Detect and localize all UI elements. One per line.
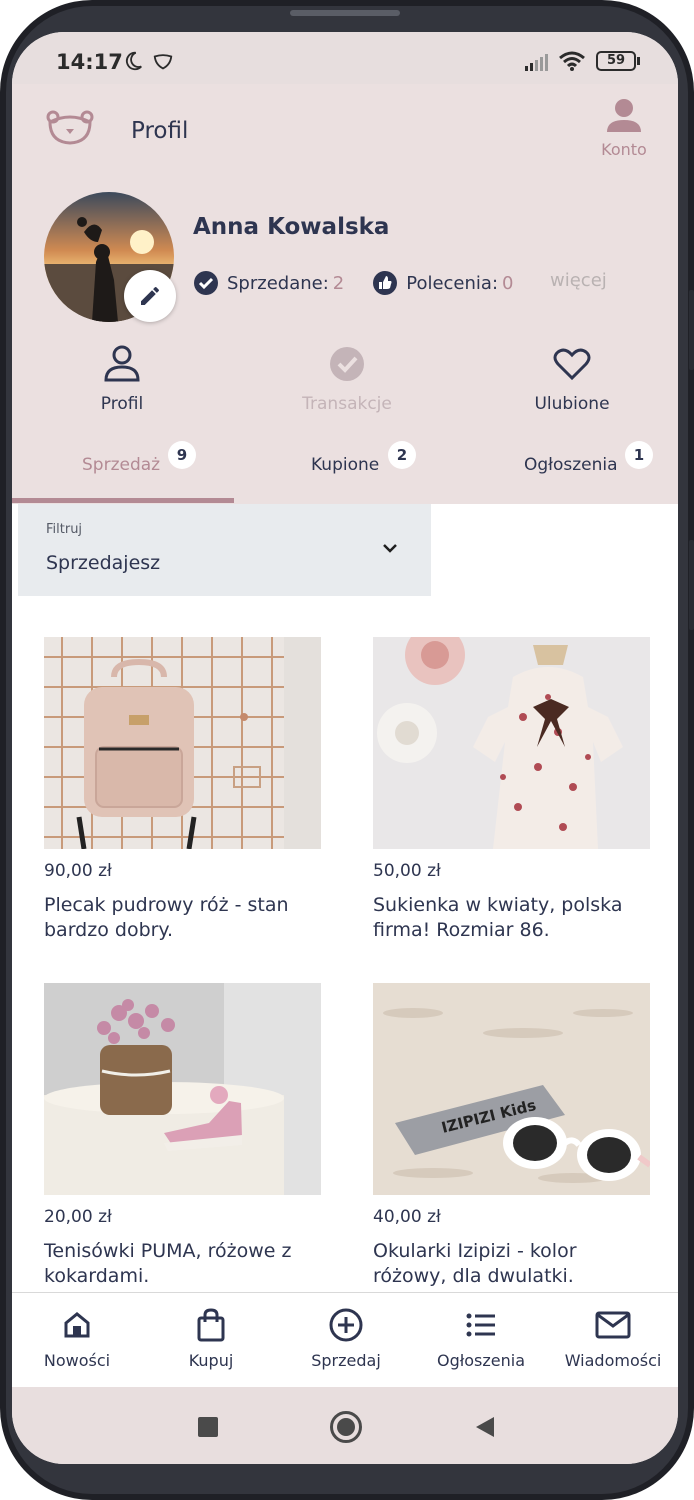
chevron-down-icon xyxy=(383,544,397,553)
product-title: Sukienka w kwiaty, polska firma! Rozmiar… xyxy=(373,894,623,941)
tab-ogloszenia[interactable]: Ogłoszenia xyxy=(524,455,618,475)
sold-count: 2 xyxy=(332,272,345,294)
signal-icon xyxy=(525,54,548,71)
filter-value: Sprzedajesz xyxy=(46,552,161,574)
phone-frame: 14:17 59 Profil Konto Anna Kowalska Sprz… xyxy=(0,0,694,1500)
volume-button xyxy=(689,290,694,370)
product-price: 40,00 zł xyxy=(373,1207,441,1227)
tab-sprzedaz[interactable]: Sprzedaż xyxy=(82,455,160,475)
bottom-nav-kupuj[interactable]: Kupuj xyxy=(146,1305,276,1370)
product-price: 20,00 zł xyxy=(44,1207,112,1227)
sold-label: Sprzedane: xyxy=(227,272,329,294)
shopping-bag-icon xyxy=(197,1308,225,1342)
bottom-nav-label: Sprzedaj xyxy=(311,1351,381,1370)
recent-apps-button[interactable] xyxy=(198,1417,218,1437)
bottom-nav-sprzedaj[interactable]: Sprzedaj xyxy=(281,1305,411,1370)
teddy-logo-icon[interactable] xyxy=(46,110,94,146)
bottom-nav-label: Ogłoszenia xyxy=(436,1351,526,1370)
edit-avatar-button[interactable] xyxy=(124,270,176,322)
system-nav-bar xyxy=(12,1387,678,1464)
pencil-icon xyxy=(141,286,159,305)
product-title: Tenisówki PUMA, różowe z kokardami. xyxy=(44,1240,292,1287)
shield-icon xyxy=(153,54,173,70)
product-card[interactable]: 90,00 zł Plecak pudrowy róż - stan bardz… xyxy=(44,637,321,943)
bottom-nav-label: Nowości xyxy=(43,1351,111,1370)
status-time: 14:17 xyxy=(56,50,123,74)
profile-nav-transakcje[interactable]: Transakcje xyxy=(277,344,417,414)
back-button-icon[interactable] xyxy=(474,1415,496,1439)
status-bar: 14:17 59 xyxy=(12,32,678,84)
bottom-nav: Nowości Kupuj Sprzedaj Ogłoszenia Wiadom… xyxy=(12,1292,678,1387)
bottom-nav-label: Wiadomości xyxy=(564,1351,662,1370)
product-price: 90,00 zł xyxy=(44,861,112,881)
power-button xyxy=(689,540,694,630)
filter-dropdown[interactable]: Filtruj Sprzedajesz xyxy=(18,504,431,596)
profile-nav-label: Ulubione xyxy=(534,394,610,414)
person-icon xyxy=(607,99,641,132)
profile-nav-ulubione[interactable]: Ulubione xyxy=(502,344,642,414)
battery-tip xyxy=(637,57,640,65)
tab-badge: 2 xyxy=(388,441,416,469)
profile-header: Profil Konto Anna Kowalska Sprzedane: 2 … xyxy=(12,84,678,504)
account-label: Konto xyxy=(601,140,647,159)
mail-icon xyxy=(595,1311,631,1339)
filter-label: Filtruj xyxy=(46,522,83,537)
check-circle-icon xyxy=(194,271,218,295)
screen: 14:17 59 Profil Konto Anna Kowalska Sprz… xyxy=(12,32,678,1464)
product-image[interactable] xyxy=(373,637,650,849)
product-title: Plecak pudrowy róż - stan bardzo dobry. xyxy=(44,894,289,941)
more-link[interactable]: więcej xyxy=(550,270,607,291)
battery-indicator: 59 xyxy=(596,51,636,71)
profile-nav-profil[interactable]: Profil xyxy=(52,344,192,414)
product-card[interactable]: 20,00 zł Tenisówki PUMA, różowe z kokard… xyxy=(44,983,321,1289)
recommendations-label: Polecenia: xyxy=(406,272,499,294)
profile-stats: Sprzedane: 2 Polecenia: 0 xyxy=(193,268,513,298)
profile-nav-label: Profil xyxy=(100,394,144,414)
tab-kupione[interactable]: Kupione xyxy=(311,455,379,475)
product-card[interactable]: IZIPIZI Kids 40,00 zł Okularki Izipizi -… xyxy=(373,983,650,1289)
heart-icon xyxy=(553,348,591,381)
tab-badge: 9 xyxy=(168,441,196,469)
product-image[interactable]: IZIPIZI Kids xyxy=(373,983,650,1195)
tab-badge: 1 xyxy=(625,441,653,469)
product-image[interactable] xyxy=(44,983,321,1195)
product-image[interactable] xyxy=(44,637,321,849)
check-circle-icon xyxy=(330,347,364,381)
moon-icon xyxy=(125,51,142,71)
profile-nav-label: Transakcje xyxy=(302,394,392,414)
recommendations-count: 0 xyxy=(502,272,514,294)
account-button[interactable]: Konto xyxy=(594,98,654,159)
bottom-nav-wiadomosci[interactable]: Wiadomości xyxy=(548,1305,678,1370)
active-tab-indicator xyxy=(12,498,234,503)
person-icon xyxy=(104,345,140,382)
thumbs-up-icon xyxy=(373,271,398,295)
product-card[interactable]: 50,00 zł Sukienka w kwiaty, polska firma… xyxy=(373,637,650,943)
page-title: Profil xyxy=(131,118,189,144)
bottom-nav-nowosci[interactable]: Nowości xyxy=(12,1305,142,1370)
speaker-grille xyxy=(290,10,400,16)
user-name: Anna Kowalska xyxy=(193,214,390,240)
product-title: Okularki Izipizi - kolor różowy, dla dwu… xyxy=(373,1240,577,1287)
bottom-nav-ogloszenia[interactable]: Ogłoszenia xyxy=(416,1305,546,1370)
bottom-nav-label: Kupuj xyxy=(188,1351,234,1370)
list-icon xyxy=(466,1313,495,1337)
product-price: 50,00 zł xyxy=(373,861,441,881)
wifi-icon xyxy=(559,51,585,71)
home-button[interactable] xyxy=(330,1411,362,1443)
plus-circle-icon xyxy=(329,1308,363,1342)
home-icon xyxy=(64,1312,90,1338)
